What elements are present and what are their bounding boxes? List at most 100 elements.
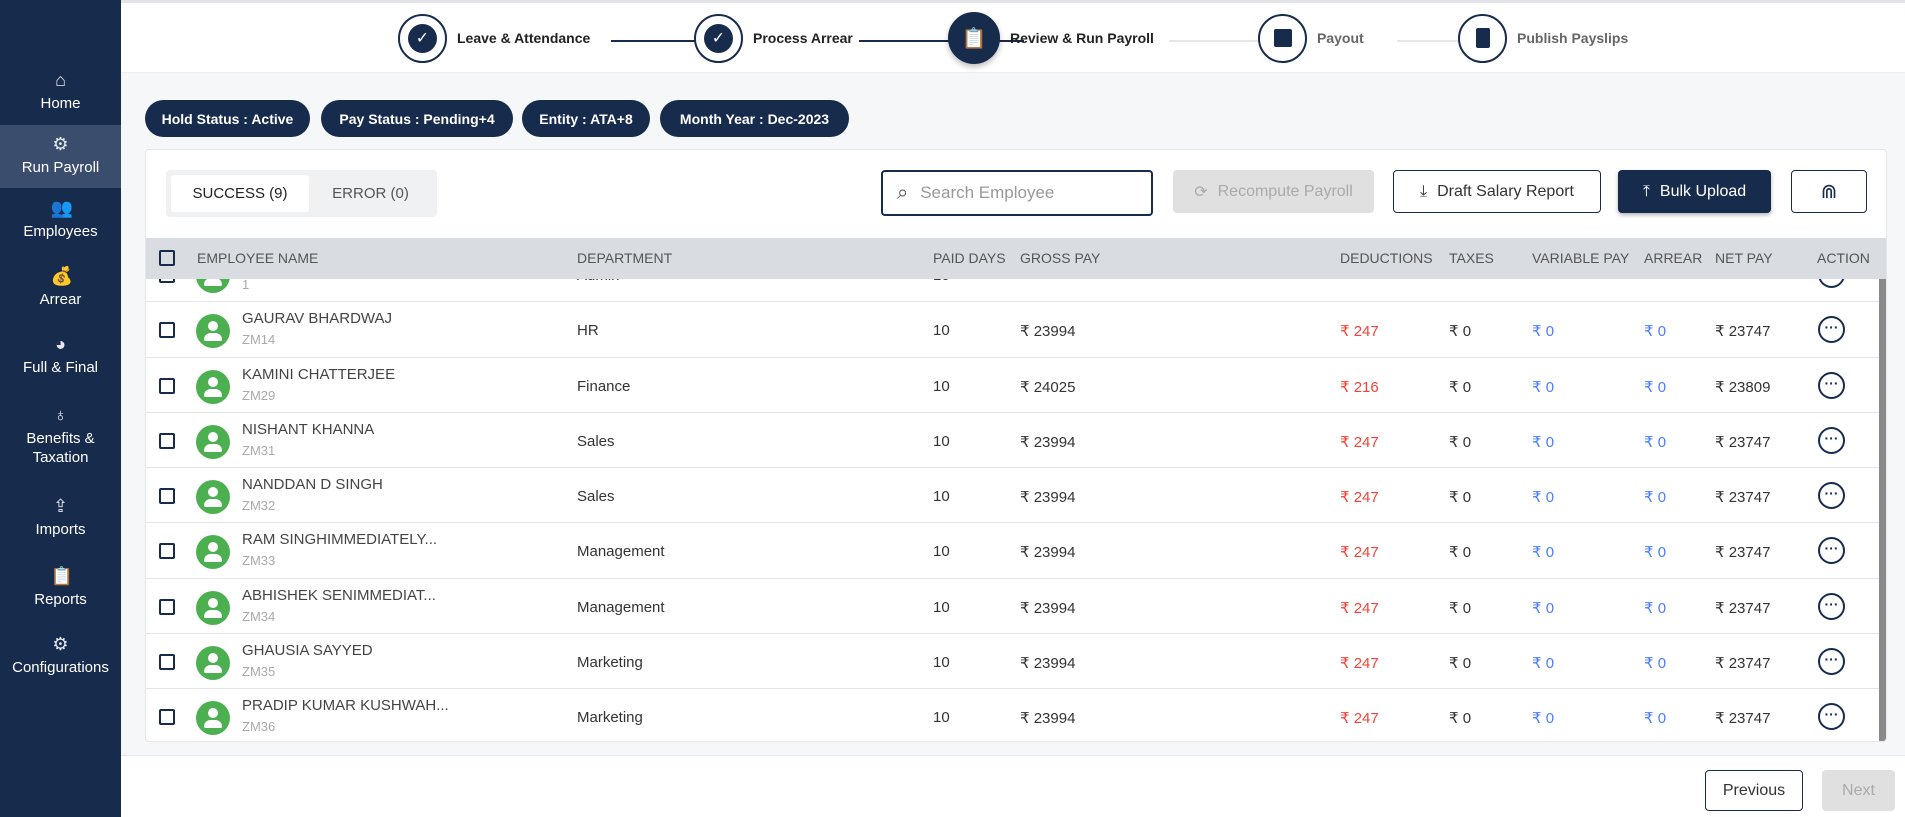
col-deductions[interactable]: DEDUCTIONS (1340, 250, 1433, 266)
col-arrear[interactable]: ARREAR (1644, 250, 1702, 266)
sidebar-item-benefits-taxation[interactable]: ♁ Benefits & Taxation (0, 405, 121, 467)
more-options-icon[interactable]: ··· (1818, 279, 1845, 288)
row-checkbox[interactable] (159, 279, 175, 283)
avatar (196, 279, 230, 293)
scrollbar[interactable] (1879, 268, 1886, 741)
magnet-icon: ⋒ (1820, 181, 1838, 203)
cell-gross: ₹ 23994 (1020, 323, 1076, 341)
search-employee[interactable]: ⌕ (881, 170, 1153, 216)
table-row[interactable]: 1 Admin 10 ··· (146, 279, 1879, 303)
select-all-checkbox[interactable] (159, 250, 175, 266)
money-icon: 💰 (50, 266, 73, 286)
table-row[interactable]: KAMINI CHATTERJEE ZM29 Finance 10 ₹ 24025 ₹ … (146, 358, 1879, 413)
more-options-icon[interactable]: ··· (1818, 371, 1845, 399)
col-taxes[interactable]: TAXES (1449, 250, 1494, 266)
filter-chip-entity[interactable]: Entity : ATA+8 (522, 100, 650, 137)
table-row[interactable]: NISHANT KHANNA ZM31 Sales 10 ₹ 23994 ₹ 247 ₹ … (146, 413, 1879, 469)
row-checkbox[interactable] (159, 709, 175, 726)
row-checkbox[interactable] (159, 377, 175, 394)
previous-button[interactable]: Previous (1705, 770, 1803, 811)
more-options-icon[interactable]: ··· (1818, 482, 1845, 510)
employee-name[interactable]: GHAUSIA SAYYED (242, 642, 373, 659)
cell-arrear: ₹ 0 (1644, 378, 1667, 396)
sidebar-item-run-payroll[interactable]: ⚙ Run Payroll (0, 125, 121, 188)
more-options-icon[interactable]: ··· (1818, 648, 1845, 676)
more-options-icon[interactable]: ··· (1818, 316, 1845, 344)
employee-name[interactable]: NISHANT KHANNA (242, 421, 374, 438)
employee-name[interactable]: ABHISHEK SENIMMEDIAT... (242, 587, 436, 604)
employee-name[interactable]: PRADIP KUMAR KUSHWAH... (242, 697, 449, 714)
sidebar-item-full-final[interactable]: ◕ Full & Final (0, 334, 121, 377)
table-body: 1 Admin 10 ··· GAURAV BHARDWAJ ZM14 HR 10 ₹ 23… (146, 279, 1879, 741)
sidebar-item-arrear[interactable]: 💰 Arrear (0, 266, 121, 309)
sidebar-item-employees[interactable]: 👥 Employees (0, 198, 121, 241)
cell-gross: ₹ 23994 (1020, 544, 1076, 562)
col-paid-days[interactable]: PAID DAYS (933, 250, 1006, 266)
employee-id: ZM32 (242, 498, 276, 514)
step-leave-attendance[interactable]: ✓ Leave & Attendance (398, 3, 590, 73)
table-row[interactable]: RAM SINGHIMMEDIATELY... ZM33 Management 10… (146, 523, 1879, 579)
filter-chip-month-year[interactable]: Month Year : Dec-2023 (660, 100, 849, 137)
cell-gross: ₹ 23994 (1020, 489, 1076, 507)
money-bag-icon: ♁ (53, 405, 68, 425)
draft-salary-report-button[interactable]: ⤓ Draft Salary Report (1393, 170, 1601, 213)
sidebar-item-configurations[interactable]: ⚙ Configurations (0, 634, 121, 677)
step-publish-payslips[interactable]: Publish Payslips (1458, 3, 1628, 73)
cell-net: ₹ 23747 (1715, 655, 1771, 673)
cell-gross: ₹ 23994 (1020, 599, 1076, 617)
cell-paid: 10 (933, 432, 950, 450)
more-options-icon[interactable]: ··· (1818, 703, 1845, 731)
col-net-pay[interactable]: NET PAY (1715, 250, 1773, 266)
col-variable-pay[interactable]: VARIABLE PAY (1532, 250, 1629, 266)
sidebar-item-label: Reports (34, 591, 87, 608)
filter-chip-hold-status[interactable]: Hold Status : Active (145, 100, 310, 137)
button-label: Bulk Upload (1659, 182, 1747, 200)
employee-name[interactable]: NANDDAN D SINGH (242, 476, 383, 493)
table-row[interactable]: PRADIP KUMAR KUSHWAH... ZM36 Marketing 10 ₹… (146, 689, 1879, 741)
table-row[interactable]: NANDDAN D SINGH ZM32 Sales 10 ₹ 23994 ₹ 247 ₹… (146, 468, 1879, 524)
button-label: Recompute Payroll (1217, 182, 1353, 200)
cell-var: ₹ 0 (1532, 489, 1555, 507)
table-header: EMPLOYEE NAME DEPARTMENT PAID DAYS GROSS… (146, 238, 1886, 279)
cell-dept: Marketing (577, 654, 643, 672)
col-employee-name[interactable]: EMPLOYEE NAME (197, 250, 318, 266)
cell-var: ₹ 0 (1532, 323, 1555, 341)
more-options-icon[interactable]: ··· (1818, 592, 1845, 620)
next-button[interactable]: Next (1822, 770, 1895, 811)
table-row[interactable]: GHAUSIA SAYYED ZM35 Marketing 10 ₹ 23994 ₹ 2… (146, 634, 1879, 690)
col-gross-pay[interactable]: GROSS PAY (1020, 250, 1100, 266)
row-checkbox[interactable] (159, 488, 175, 505)
sidebar-item-reports[interactable]: 📋 Reports (0, 566, 121, 609)
row-checkbox[interactable] (159, 654, 175, 671)
avatar (196, 424, 230, 459)
filter-chip-pay-status[interactable]: Pay Status : Pending+4 (321, 100, 513, 137)
search-input[interactable] (920, 183, 1121, 203)
step-review-run-payroll[interactable]: 📋 Review & Run Payroll (948, 3, 1154, 73)
cell-paid: 10 (933, 488, 950, 506)
row-checkbox[interactable] (159, 598, 175, 615)
step-label: Leave & Attendance (457, 30, 591, 46)
step-process-arrear[interactable]: ✓ Process Arrear (694, 3, 853, 73)
sidebar-item-home[interactable]: ⌂ Home (0, 70, 121, 113)
col-department[interactable]: DEPARTMENT (577, 250, 672, 266)
row-checkbox[interactable] (159, 322, 175, 339)
employee-name[interactable]: GAURAV BHARDWAJ (242, 310, 392, 327)
step-payout[interactable]: Payout (1258, 3, 1364, 73)
recompute-payroll-button[interactable]: ⟳ Recompute Payroll (1173, 170, 1374, 213)
row-checkbox[interactable] (159, 543, 175, 560)
bulk-upload-button[interactable]: ⤒ Bulk Upload (1618, 170, 1771, 213)
cell-gross: ₹ 23994 (1020, 710, 1076, 728)
more-options-icon[interactable]: ··· (1818, 426, 1845, 454)
tab-error[interactable]: ERROR (0) (309, 175, 432, 212)
cell-ded: ₹ 216 (1340, 378, 1379, 396)
employee-name[interactable]: KAMINI CHATTERJEE (242, 366, 395, 383)
row-checkbox[interactable] (159, 432, 175, 449)
column-settings-button[interactable]: ⋒ (1791, 170, 1867, 213)
cell-arrear: ₹ 0 (1644, 323, 1667, 341)
sidebar-item-imports[interactable]: ⇪ Imports (0, 496, 121, 539)
table-row[interactable]: GAURAV BHARDWAJ ZM14 HR 10 ₹ 23994 ₹ 247 ₹ 0 ₹… (146, 302, 1879, 358)
table-row[interactable]: ABHISHEK SENIMMEDIAT... ZM34 Management 10… (146, 579, 1879, 635)
more-options-icon[interactable]: ··· (1818, 537, 1845, 565)
employee-name[interactable]: RAM SINGHIMMEDIATELY... (242, 531, 437, 548)
tab-success[interactable]: SUCCESS (9) (171, 175, 309, 212)
